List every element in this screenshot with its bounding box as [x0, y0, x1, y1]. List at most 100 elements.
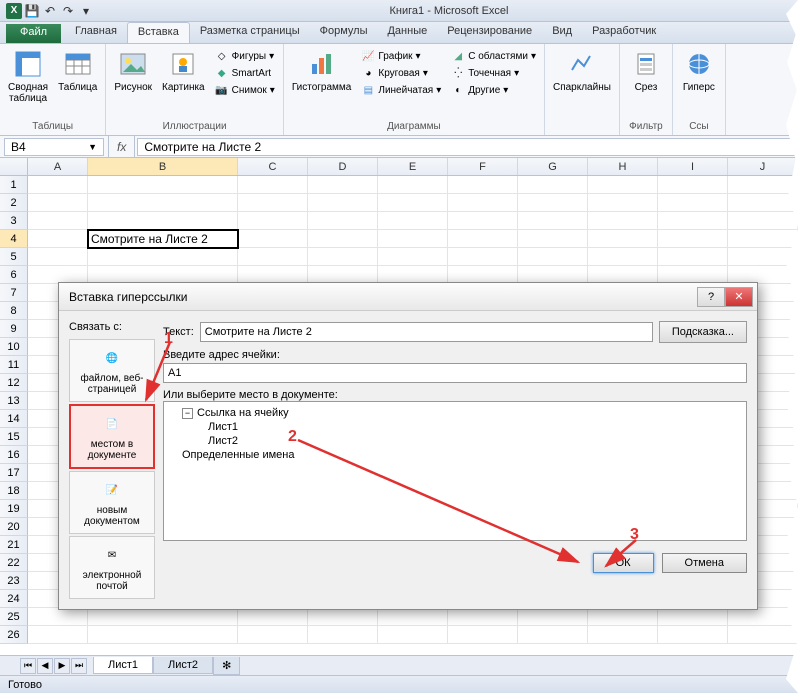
select-all-corner[interactable] [0, 158, 28, 175]
cell[interactable] [238, 230, 308, 248]
save-icon[interactable]: 💾 [24, 3, 40, 19]
cell[interactable] [518, 176, 588, 194]
cell[interactable] [518, 212, 588, 230]
cell[interactable] [28, 608, 88, 626]
cell[interactable] [28, 230, 88, 248]
sheet-nav-first[interactable]: ⏮ [20, 658, 36, 674]
cell[interactable] [728, 230, 798, 248]
place-tree[interactable]: −Ссылка на ячейку Лист1 Лист2 Определенн… [163, 401, 747, 541]
cell[interactable] [658, 176, 728, 194]
col-header-C[interactable]: C [238, 158, 308, 175]
column-chart-button[interactable]: Гистограмма [288, 46, 356, 120]
hyperlink-button[interactable]: Гиперс [677, 46, 721, 120]
cell[interactable] [308, 626, 378, 644]
row-header-6[interactable]: 6 [0, 266, 28, 284]
sheet-tab-new[interactable]: ✻ [213, 657, 240, 675]
cell-ref-input[interactable] [163, 363, 747, 383]
cell[interactable] [518, 230, 588, 248]
row-header-25[interactable]: 25 [0, 608, 28, 626]
cell[interactable] [28, 212, 88, 230]
cell[interactable] [728, 176, 798, 194]
tree-sheet1[interactable]: Лист1 [168, 420, 742, 434]
collapse-icon[interactable]: − [182, 408, 193, 419]
cell[interactable] [588, 608, 658, 626]
cell[interactable] [588, 248, 658, 266]
row-header-2[interactable]: 2 [0, 194, 28, 212]
cell[interactable] [588, 230, 658, 248]
col-header-H[interactable]: H [588, 158, 658, 175]
cell[interactable] [378, 194, 448, 212]
dialog-close-button[interactable]: ✕ [725, 287, 753, 307]
cell[interactable] [308, 230, 378, 248]
cell[interactable] [308, 608, 378, 626]
row-header-24[interactable]: 24 [0, 590, 28, 608]
tab-insert[interactable]: Вставка [127, 22, 190, 43]
formula-input[interactable]: Смотрите на Листе 2 [137, 138, 796, 156]
cell[interactable] [448, 194, 518, 212]
cell[interactable] [518, 608, 588, 626]
other-charts-button[interactable]: ◐Другие ▾ [449, 82, 538, 98]
line-chart-button[interactable]: 📈График ▾ [359, 48, 443, 64]
cell[interactable] [588, 176, 658, 194]
row-header-12[interactable]: 12 [0, 374, 28, 392]
row-header-4[interactable]: 4 [0, 230, 28, 248]
cell[interactable] [238, 212, 308, 230]
bar-chart-button[interactable]: ▤Линейчатая ▾ [359, 82, 443, 98]
row-header-9[interactable]: 9 [0, 320, 28, 338]
row-header-23[interactable]: 23 [0, 572, 28, 590]
smartart-button[interactable]: ◆SmartArt [213, 65, 277, 81]
col-header-F[interactable]: F [448, 158, 518, 175]
sheet-nav-next[interactable]: ▶ [54, 658, 70, 674]
cell[interactable] [658, 248, 728, 266]
cell[interactable] [658, 212, 728, 230]
shapes-button[interactable]: ◇Фигуры ▾ [213, 48, 277, 64]
cell[interactable] [378, 248, 448, 266]
redo-icon[interactable]: ↷ [60, 3, 76, 19]
cell[interactable] [448, 248, 518, 266]
row-header-17[interactable]: 17 [0, 464, 28, 482]
screentip-button[interactable]: Подсказка... [659, 321, 747, 343]
row-header-13[interactable]: 13 [0, 392, 28, 410]
tree-defined-names-root[interactable]: Определенные имена [168, 448, 742, 462]
row-header-7[interactable]: 7 [0, 284, 28, 302]
row-header-19[interactable]: 19 [0, 500, 28, 518]
cell[interactable] [238, 626, 308, 644]
table-button[interactable]: Таблица [54, 46, 101, 120]
tab-file[interactable]: Файл [6, 24, 61, 43]
tab-data[interactable]: Данные [377, 22, 437, 43]
row-header-21[interactable]: 21 [0, 536, 28, 554]
cell[interactable] [378, 626, 448, 644]
cell[interactable] [448, 230, 518, 248]
cell[interactable] [448, 608, 518, 626]
fx-button[interactable]: fx [108, 136, 135, 157]
cell[interactable] [88, 212, 238, 230]
undo-icon[interactable]: ↶ [42, 3, 58, 19]
row-header-18[interactable]: 18 [0, 482, 28, 500]
area-chart-button[interactable]: ◢С областями ▾ [449, 48, 538, 64]
sheet-nav-prev[interactable]: ◀ [37, 658, 53, 674]
link-opt-email[interactable]: ✉ электронной почтой [69, 536, 155, 599]
sheet-tab-1[interactable]: Лист1 [93, 657, 153, 674]
cell[interactable] [588, 212, 658, 230]
cell[interactable] [88, 176, 238, 194]
tab-home[interactable]: Главная [65, 22, 127, 43]
col-header-E[interactable]: E [378, 158, 448, 175]
screenshot-button[interactable]: 📷Снимок ▾ [213, 82, 277, 98]
cell[interactable] [238, 248, 308, 266]
cell[interactable] [88, 248, 238, 266]
cell[interactable] [28, 194, 88, 212]
cell[interactable] [378, 212, 448, 230]
sheet-tab-2[interactable]: Лист2 [153, 657, 213, 674]
row-header-26[interactable]: 26 [0, 626, 28, 644]
link-opt-place-in-doc[interactable]: 📄 местом в документе [69, 404, 155, 469]
row-header-11[interactable]: 11 [0, 356, 28, 374]
cell[interactable] [448, 212, 518, 230]
cell[interactable] [88, 608, 238, 626]
scatter-chart-button[interactable]: ⁛Точечная ▾ [449, 65, 538, 81]
cell[interactable] [238, 176, 308, 194]
name-box[interactable]: B4 ▼ [4, 138, 104, 156]
cell[interactable] [28, 248, 88, 266]
slicer-button[interactable]: Срез [624, 46, 668, 120]
cell[interactable] [28, 176, 88, 194]
dialog-titlebar[interactable]: Вставка гиперссылки ? ✕ [59, 283, 757, 311]
